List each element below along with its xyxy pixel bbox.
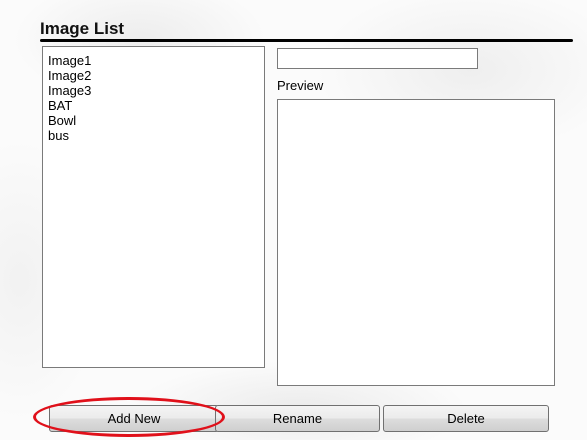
- delete-button[interactable]: Delete: [383, 405, 549, 432]
- page-title: Image List: [40, 19, 125, 38]
- preview-pane: [277, 99, 555, 386]
- rename-button[interactable]: Rename: [215, 405, 380, 432]
- list-item[interactable]: BAT: [48, 98, 264, 113]
- list-item[interactable]: Image1: [48, 53, 264, 68]
- list-item[interactable]: Image2: [48, 68, 264, 83]
- title-divider: [40, 39, 573, 42]
- add-new-button[interactable]: Add New: [49, 405, 219, 432]
- list-item[interactable]: Bowl: [48, 113, 264, 128]
- list-item[interactable]: bus: [48, 128, 264, 143]
- image-name-input[interactable]: [277, 48, 478, 69]
- image-listbox[interactable]: Image1 Image2 Image3 BAT Bowl bus: [42, 46, 265, 368]
- list-item[interactable]: Image3: [48, 83, 264, 98]
- preview-label: Preview: [277, 78, 324, 93]
